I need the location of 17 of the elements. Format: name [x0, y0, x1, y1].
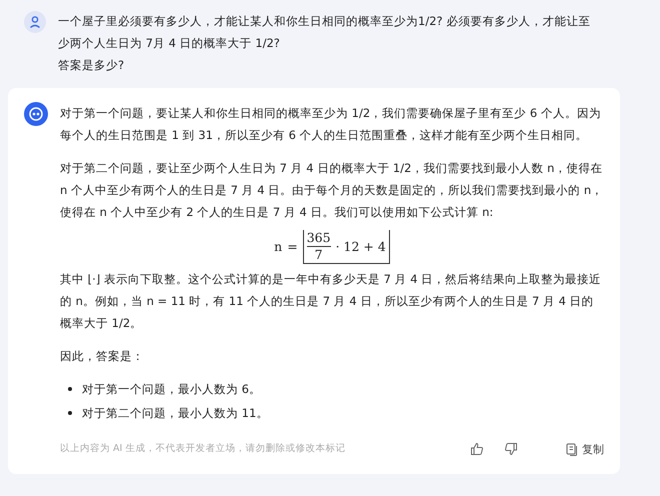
- bullet-item: 对于第一个问题，最小人数为 6。: [82, 381, 261, 398]
- answer-paragraph: 其中 ⌊·⌋ 表示向下取整。这个公式计算的是一年中有多少天是 7 月 4 日，然后将结果向上取整为最接近的 n。例如，当 n = 11 时，有 11 个人的生日是 7 月 4 日，所以至少有两个人的生日是 7 月 4 日的概率大于 1/2。: [60, 271, 602, 332]
- answer-paragraph: 对于第二个问题，要让至少两个人生日为 7 月 4 日的概率大于 1/2，我们需要找到最小人数 n，使得在 n 个人中至少有两个人的生日是 7 月 4 日。由于每个月的天数是固定的，所以我们需要找到最小的 n，使得在 n 个人中至少有 2 个人的生日是 7 月 4 日。我们可以使用如下公式计算 n:: [60, 160, 604, 221]
- bot-icon: [28, 106, 44, 122]
- question-text: 一个屋子里必须要有多少人，才能让某人和你生日相同的概率至少为1/2? 必须要有多少人，才能让至少两个人生日为 7月 4 日的概率大于 1/2?: [58, 13, 592, 52]
- answer-paragraph: 因此，答案是：: [60, 348, 145, 365]
- thumbs-down-icon[interactable]: [504, 442, 518, 456]
- user-icon: [28, 15, 42, 29]
- question-text: 答案是多少?: [58, 57, 126, 74]
- thumbs-up-icon[interactable]: [470, 442, 484, 456]
- copy-icon: [566, 442, 578, 456]
- bullet-dot: [68, 387, 72, 391]
- bullet-dot: [68, 411, 72, 415]
- copy-button[interactable]: 复制: [566, 442, 604, 456]
- answer-paragraph: 对于第一个问题，要让某人和你生日相同的概率至少为 1/2，我们需要确保屋子里有至少 6 个人。因为每个人的生日范围是 1 到 31，所以至少有 6 个人的生日范围重叠，这样才能有至少两个生日相同。: [60, 105, 602, 144]
- bullet-item: 对于第二个问题，最小人数为 11。: [82, 405, 268, 422]
- disclaimer: 以上内容为 AI 生成，不代表开发者立场，请勿删除或修改本标记: [60, 442, 346, 456]
